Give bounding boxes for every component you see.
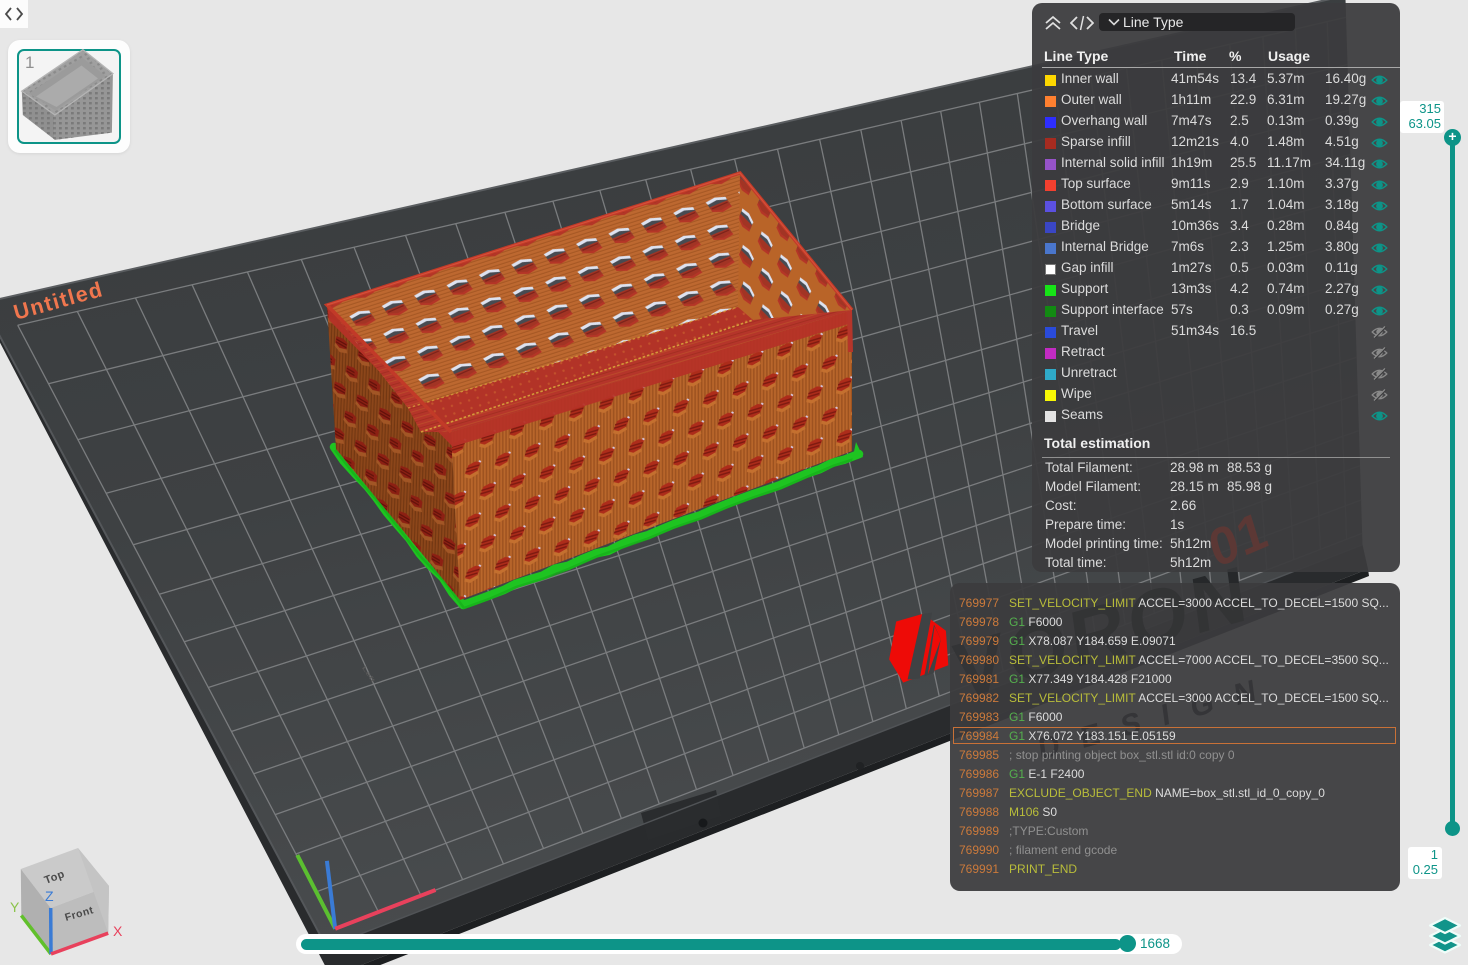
svg-text:Y: Y: [10, 899, 20, 915]
svg-text:X: X: [113, 923, 123, 939]
svg-text:Z: Z: [45, 888, 54, 904]
